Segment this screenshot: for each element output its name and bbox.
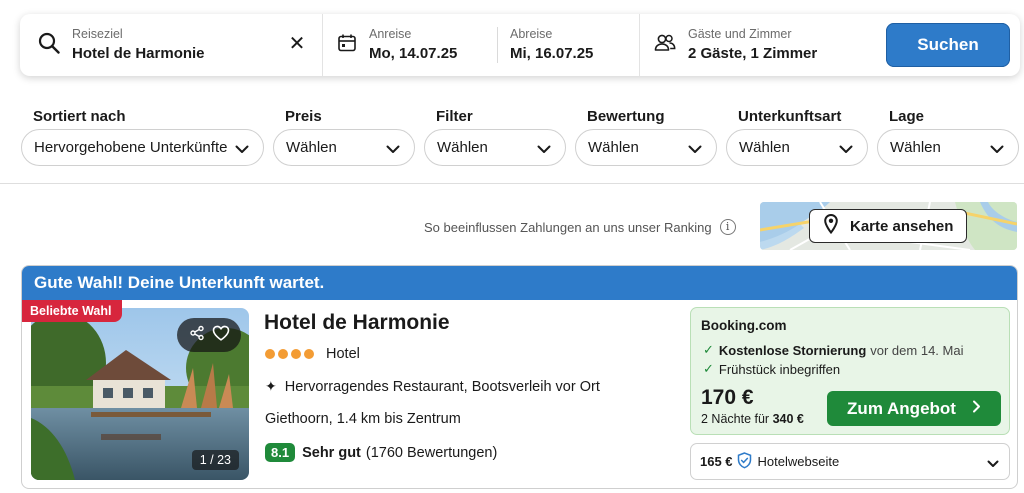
close-icon[interactable]: ✕ bbox=[288, 34, 306, 54]
best-offer[interactable]: Booking.com ✓ Kostenlose Stornierung vor… bbox=[690, 307, 1010, 435]
guests-label: Gäste und Zimmer bbox=[688, 26, 792, 41]
heart-icon[interactable] bbox=[212, 325, 230, 346]
divider bbox=[0, 183, 1024, 184]
nights-total: 340 € bbox=[772, 412, 804, 426]
search-button[interactable]: Suchen bbox=[886, 23, 1010, 67]
checkout-value: Mi, 16.07.25 bbox=[510, 44, 594, 62]
destination-value[interactable]: Hotel de Harmonie bbox=[72, 44, 205, 64]
show-map-button[interactable]: Karte ansehen bbox=[809, 209, 967, 243]
view-deal-label: Zum Angebot bbox=[847, 398, 956, 418]
destination-label: Reiseziel bbox=[72, 26, 123, 41]
perk-text: Frühstück inbegriffen bbox=[718, 361, 841, 377]
hotel-photo[interactable]: 1 / 23 bbox=[31, 308, 249, 480]
star-dot bbox=[291, 349, 301, 359]
select-value: Wählen bbox=[739, 139, 790, 156]
chevron-right-icon bbox=[972, 400, 981, 418]
select-value: Wählen bbox=[890, 139, 941, 156]
offer-provider: Booking.com bbox=[701, 318, 787, 333]
price-select[interactable]: Wählen bbox=[273, 129, 415, 166]
sparkle-icon: ✦ bbox=[265, 378, 277, 394]
search-bar: Reiseziel Hotel de Harmonie ✕ Anreise Mo… bbox=[20, 14, 1020, 76]
filter-label: Bewertung bbox=[587, 108, 665, 125]
offer-total: 2 Nächte für 340 € bbox=[701, 412, 804, 426]
perk-bold: Kostenlose Stornierung bbox=[718, 342, 867, 358]
chevron-down-icon bbox=[537, 141, 551, 158]
alternative-offer[interactable]: 165 € Hotelwebseite bbox=[690, 443, 1010, 480]
sort-select[interactable]: Hervorgehobene Unterkünfte bbox=[21, 129, 264, 166]
photo-actions bbox=[177, 318, 241, 352]
chevron-down-icon bbox=[386, 141, 400, 158]
guests-value: 2 Gäste, 1 Zimmer bbox=[688, 44, 818, 62]
info-icon[interactable]: i bbox=[719, 219, 736, 235]
show-map-label: Karte ansehen bbox=[850, 217, 954, 235]
chevron-down-icon bbox=[688, 141, 702, 158]
check-icon: ✓ bbox=[703, 342, 714, 357]
chevron-down-icon bbox=[839, 141, 853, 158]
filter-label: Sortiert nach bbox=[33, 108, 126, 125]
hotel-name[interactable]: Hotel de Harmonie bbox=[264, 311, 450, 335]
hotel-rating[interactable]: 8.1 Sehr gut (1760 Bewertungen) bbox=[265, 443, 497, 462]
offer-price: 170 € bbox=[701, 386, 754, 409]
card-banner: Gute Wahl! Deine Unterkunft wartet. bbox=[22, 266, 1017, 300]
hotel-type: Hotel bbox=[326, 346, 360, 362]
date-range-field[interactable]: Anreise Mo, 14.07.25 Abreise Mi, 16.07.2… bbox=[323, 14, 639, 76]
star-dot bbox=[278, 349, 288, 359]
ranking-text: So beeinflussen Zahlungen an uns unser R… bbox=[424, 219, 712, 235]
chevron-down-icon bbox=[990, 141, 1004, 158]
filter-label: Filter bbox=[436, 108, 473, 125]
hotel-class: Hotel bbox=[265, 346, 360, 362]
share-icon[interactable] bbox=[189, 325, 205, 346]
nights-text: 2 Nächte für bbox=[701, 412, 770, 426]
shield-check-icon bbox=[737, 451, 752, 472]
hotel-location: Giethoorn, 1.4 km bis Zentrum bbox=[265, 411, 461, 427]
location-select[interactable]: Wählen bbox=[877, 129, 1019, 166]
filter-select[interactable]: Wählen bbox=[424, 129, 566, 166]
rating-score: 8.1 bbox=[265, 443, 296, 462]
star-dot bbox=[265, 349, 275, 359]
map-pin-icon bbox=[824, 213, 850, 238]
map-preview[interactable]: Karte ansehen bbox=[760, 202, 1017, 250]
select-value: Wählen bbox=[286, 139, 337, 156]
divider bbox=[497, 27, 498, 63]
search-icon bbox=[38, 32, 60, 59]
alt-offer-label: Hotelwebseite bbox=[757, 454, 840, 469]
check-icon: ✓ bbox=[703, 361, 714, 376]
rating-label: Sehr gut bbox=[302, 444, 361, 461]
hotel-highlight: ✦ Hervorragendes Restaurant, Bootsverlei… bbox=[265, 378, 600, 395]
photo-counter: 1 / 23 bbox=[191, 450, 239, 470]
guests-field[interactable]: Gäste und Zimmer 2 Gäste, 1 Zimmer bbox=[640, 14, 878, 76]
guests-icon bbox=[654, 33, 676, 58]
chevron-down-icon bbox=[987, 456, 999, 471]
select-value: Wählen bbox=[437, 139, 488, 156]
checkin-value: Mo, 14.07.25 bbox=[369, 44, 458, 62]
destination-field[interactable]: Reiseziel Hotel de Harmonie ✕ bbox=[20, 14, 322, 76]
popular-badge: Beliebte Wahl bbox=[22, 300, 122, 322]
perk-rest: vor dem 14. Mai bbox=[870, 342, 964, 358]
hotel-card[interactable]: Gute Wahl! Deine Unterkunft wartet. Beli… bbox=[21, 265, 1018, 489]
select-value: Wählen bbox=[588, 139, 639, 156]
ranking-info[interactable]: So beeinflussen Zahlungen an uns unser R… bbox=[424, 219, 736, 235]
filter-label: Unterkunftsart bbox=[738, 108, 842, 125]
checkout-field[interactable]: Abreise Mi, 16.07.25 bbox=[510, 27, 593, 64]
view-deal-button[interactable]: Zum Angebot bbox=[827, 391, 1001, 426]
star-dot bbox=[304, 349, 314, 359]
checkin-field[interactable]: Anreise Mo, 14.07.25 bbox=[369, 27, 497, 64]
checkin-label: Anreise bbox=[369, 26, 412, 41]
checkout-label: Abreise bbox=[510, 26, 553, 41]
chevron-down-icon bbox=[235, 141, 249, 158]
filter-label: Lage bbox=[889, 108, 925, 125]
calendar-icon bbox=[337, 33, 357, 58]
offer-perk-cancellation: ✓ Kostenlose Stornierung vor dem 14. Mai bbox=[703, 342, 963, 358]
select-value: Hervorgehobene Unterkünfte bbox=[34, 139, 228, 156]
rating-select[interactable]: Wählen bbox=[575, 129, 717, 166]
rating-count: (1760 Bewertungen) bbox=[365, 444, 498, 461]
highlight-text: Hervorragendes Restaurant, Bootsverleih … bbox=[284, 378, 600, 395]
offer-perk-breakfast: ✓ Frühstück inbegriffen bbox=[703, 361, 840, 377]
filter-label: Preis bbox=[285, 108, 322, 125]
alt-offer-price: 165 € bbox=[700, 454, 733, 469]
accommodation-type-select[interactable]: Wählen bbox=[726, 129, 868, 166]
